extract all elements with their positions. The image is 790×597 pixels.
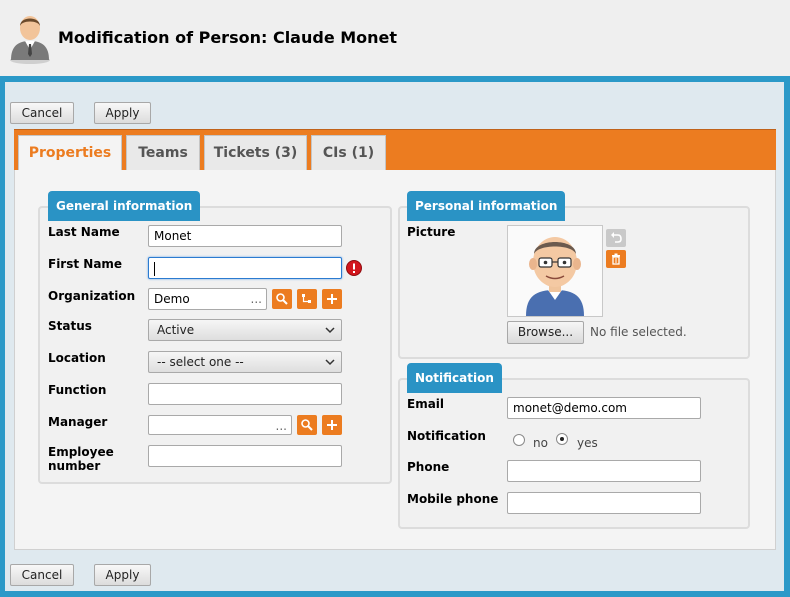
location-value: -- select one -- [157, 355, 244, 369]
trash-icon [612, 253, 620, 265]
employee-number-label-line1: Employee [48, 445, 114, 459]
notification-label: Notification [407, 429, 486, 443]
apply-button-top[interactable]: Apply [94, 102, 151, 124]
function-input[interactable] [148, 383, 342, 405]
chevron-down-icon [325, 327, 335, 334]
general-information-legend: General information [48, 191, 201, 221]
phone-label: Phone [407, 460, 450, 474]
delete-picture-button[interactable] [606, 250, 626, 268]
magnifier-icon [276, 293, 288, 305]
plus-icon [327, 420, 337, 430]
error-icon [346, 260, 362, 276]
undo-picture-button[interactable] [606, 229, 626, 247]
last-name-label: Last Name [48, 225, 120, 239]
location-label: Location [48, 351, 106, 365]
picture-label: Picture [407, 225, 456, 239]
manager-add-button[interactable] [322, 415, 342, 435]
manager-ellipsis: ... [275, 419, 287, 433]
employee-number-input[interactable] [148, 445, 342, 467]
organization-value: Demo [154, 292, 190, 306]
notification-yes-radio[interactable] [556, 433, 568, 445]
first-name-label: First Name [48, 257, 123, 271]
manager-input[interactable]: ... [148, 415, 292, 435]
browse-button[interactable]: Browse... [507, 321, 584, 344]
tab-bar: Properties Teams Tickets (3) CIs (1) [14, 129, 776, 172]
last-name-input[interactable]: Monet [148, 225, 342, 247]
mobile-phone-label: Mobile phone [407, 492, 499, 506]
person-icon [8, 10, 52, 64]
page-title: Modification of Person: Claude Monet [58, 28, 398, 47]
email-label: Email [407, 397, 445, 411]
notification-legend: Notification [407, 363, 502, 393]
tab-tickets[interactable]: Tickets (3) [204, 135, 307, 171]
status-select[interactable]: Active [148, 319, 342, 341]
plus-icon [327, 294, 337, 304]
chevron-down-icon [325, 359, 335, 366]
cancel-button-top[interactable]: Cancel [10, 102, 74, 124]
cancel-button-bottom[interactable]: Cancel [10, 564, 74, 586]
no-file-selected-text: No file selected. [590, 325, 687, 339]
phone-input[interactable] [507, 460, 701, 482]
employee-number-label-line2: number [48, 459, 101, 473]
tab-teams[interactable]: Teams [126, 135, 200, 171]
profile-picture [507, 225, 603, 317]
mobile-phone-input[interactable] [507, 492, 701, 514]
employee-number-label: Employee number [48, 445, 114, 473]
tab-properties[interactable]: Properties [18, 135, 122, 172]
manager-label: Manager [48, 415, 108, 429]
status-value: Active [157, 323, 195, 337]
tab-cis[interactable]: CIs (1) [311, 135, 386, 171]
avatar [526, 237, 584, 316]
personal-information-legend: Personal information [407, 191, 566, 221]
organization-ellipsis: ... [250, 292, 262, 306]
organization-hierarchy-button[interactable] [297, 289, 317, 309]
apply-button-bottom[interactable]: Apply [94, 564, 151, 586]
status-label: Status [48, 319, 92, 333]
page-header: Modification of Person: Claude Monet [0, 0, 790, 76]
organization-input[interactable]: Demo ... [148, 288, 267, 310]
hierarchy-icon [302, 294, 311, 303]
notification-no-radio[interactable] [513, 434, 525, 446]
text-cursor [154, 261, 155, 276]
email-input[interactable]: monet@demo.com [507, 397, 701, 419]
function-label: Function [48, 383, 107, 397]
organization-search-button[interactable] [272, 289, 292, 309]
organization-add-button[interactable] [322, 289, 342, 309]
notification-no-label: no [533, 436, 548, 450]
general-information-fieldset [38, 206, 392, 484]
organization-label: Organization [48, 289, 136, 303]
undo-icon [611, 232, 622, 243]
first-name-input[interactable] [148, 257, 342, 279]
manager-search-button[interactable] [297, 415, 317, 435]
location-select[interactable]: -- select one -- [148, 351, 342, 373]
magnifier-icon [301, 419, 313, 431]
notification-yes-label: yes [577, 436, 598, 450]
